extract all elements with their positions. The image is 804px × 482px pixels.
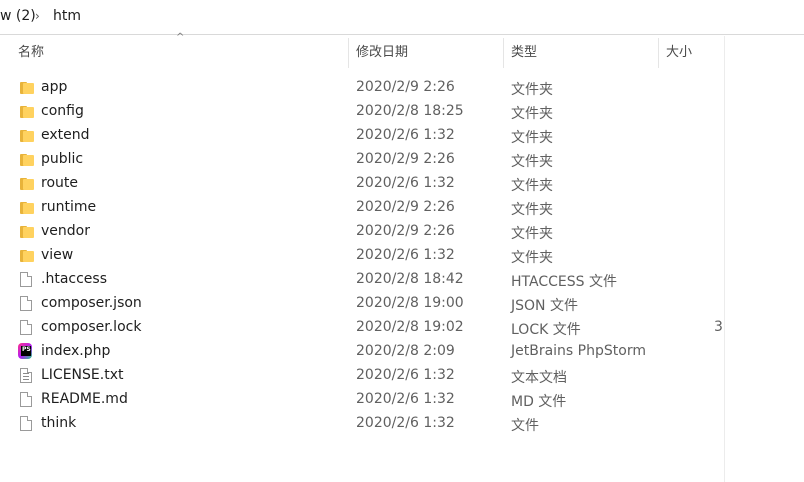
- file-icon: [20, 272, 34, 288]
- file-icon: [20, 392, 34, 408]
- file-name: think: [41, 415, 77, 431]
- file-name: composer.lock: [41, 319, 142, 335]
- file-name: view: [41, 247, 74, 263]
- list-item[interactable]: route 2020/2/6 1:32 文件夹: [0, 172, 730, 196]
- file-list: app 2020/2/9 2:26 文件夹 config 2020/2/8 18:25 文…: [0, 76, 730, 436]
- file-name: README.md: [41, 391, 128, 407]
- column-divider[interactable]: [503, 38, 504, 68]
- folder-icon: [20, 224, 34, 240]
- file-type: 文件夹: [511, 130, 553, 146]
- phpstorm-icon: PS: [18, 343, 32, 359]
- file-icon: [20, 320, 34, 336]
- file-type: JetBrains PhpStorm: [511, 343, 646, 359]
- file-name: vendor: [41, 223, 90, 239]
- list-item[interactable]: runtime 2020/2/9 2:26 文件夹: [0, 196, 730, 220]
- folder-icon: [20, 176, 34, 192]
- list-item[interactable]: vendor 2020/2/9 2:26 文件夹: [0, 220, 730, 244]
- file-name: public: [41, 151, 84, 167]
- file-date: 2020/2/8 19:02: [356, 319, 464, 335]
- column-header: 名称 修改日期 类型 大小: [0, 36, 724, 70]
- file-date: 2020/2/6 1:32: [356, 391, 455, 407]
- file-type: 文件夹: [511, 178, 553, 194]
- file-name: runtime: [41, 199, 97, 215]
- column-header-name[interactable]: 名称: [18, 36, 44, 70]
- list-item[interactable]: composer.json 2020/2/8 19:00 JSON 文件: [0, 292, 730, 316]
- column-header-size[interactable]: 大小: [666, 36, 692, 70]
- list-item[interactable]: LICENSE.txt 2020/2/6 1:32 文本文档: [0, 364, 730, 388]
- file-type: 文件夹: [511, 226, 553, 242]
- breadcrumb-parent[interactable]: w (2): [0, 8, 36, 24]
- file-date: 2020/2/9 2:26: [356, 151, 455, 167]
- list-item[interactable]: view 2020/2/6 1:32 文件夹: [0, 244, 730, 268]
- sort-ascending-icon: ^: [176, 32, 185, 43]
- list-item[interactable]: README.md 2020/2/6 1:32 MD 文件: [0, 388, 730, 412]
- file-date: 2020/2/9 2:26: [356, 79, 455, 95]
- file-type: HTACCESS 文件: [511, 274, 617, 290]
- folder-icon: [20, 104, 34, 120]
- file-type: MD 文件: [511, 394, 567, 410]
- file-type: 文件夹: [511, 82, 553, 98]
- file-type: 文件: [511, 418, 539, 434]
- list-item[interactable]: .htaccess 2020/2/8 18:42 HTACCESS 文件: [0, 268, 730, 292]
- list-item[interactable]: PS index.php 2020/2/8 2:09 JetBrains PhpSto…: [0, 340, 730, 364]
- file-name: route: [41, 175, 78, 191]
- file-type: 文本文档: [511, 370, 567, 386]
- file-date: 2020/2/8 18:42: [356, 271, 464, 287]
- list-item[interactable]: config 2020/2/8 18:25 文件夹: [0, 100, 730, 124]
- folder-icon: [20, 128, 34, 144]
- file-date: 2020/2/9 2:26: [356, 199, 455, 215]
- folder-icon: [20, 80, 34, 96]
- list-item[interactable]: public 2020/2/9 2:26 文件夹: [0, 148, 730, 172]
- file-type: 文件夹: [511, 202, 553, 218]
- file-date: 2020/2/6 1:32: [356, 175, 455, 191]
- file-date: 2020/2/6 1:32: [356, 127, 455, 143]
- file-name: config: [41, 103, 84, 119]
- list-item[interactable]: extend 2020/2/6 1:32 文件夹: [0, 124, 730, 148]
- column-header-date[interactable]: 修改日期: [356, 36, 408, 70]
- file-date: 2020/2/6 1:32: [356, 415, 455, 431]
- folder-icon: [20, 200, 34, 216]
- file-type: 文件夹: [511, 250, 553, 266]
- file-name: index.php: [41, 343, 111, 359]
- file-name: app: [41, 79, 68, 95]
- breadcrumb-current[interactable]: htm: [53, 8, 81, 24]
- column-divider[interactable]: [348, 38, 349, 68]
- list-item[interactable]: app 2020/2/9 2:26 文件夹: [0, 76, 730, 100]
- file-date: 2020/2/6 1:32: [356, 247, 455, 263]
- file-date: 2020/2/8 19:00: [356, 295, 464, 311]
- file-date: 2020/2/8 2:09: [356, 343, 455, 359]
- list-item[interactable]: think 2020/2/6 1:32 文件: [0, 412, 730, 436]
- file-name: .htaccess: [41, 271, 107, 287]
- file-type: LOCK 文件: [511, 322, 581, 338]
- breadcrumb-chevron-icon[interactable]: ›: [35, 9, 40, 23]
- file-size: 3: [714, 319, 723, 335]
- column-header-type[interactable]: 类型: [511, 36, 537, 70]
- folder-icon: [20, 152, 34, 168]
- file-type: 文件夹: [511, 106, 553, 122]
- file-icon: [20, 296, 34, 312]
- file-type: JSON 文件: [511, 298, 578, 314]
- file-type: 文件夹: [511, 154, 553, 170]
- file-name: extend: [41, 127, 90, 143]
- file-date: 2020/2/9 2:26: [356, 223, 455, 239]
- file-date: 2020/2/6 1:32: [356, 367, 455, 383]
- file-date: 2020/2/8 18:25: [356, 103, 464, 119]
- file-name: LICENSE.txt: [41, 367, 124, 383]
- column-divider[interactable]: [658, 38, 659, 68]
- file-name: composer.json: [41, 295, 142, 311]
- folder-icon: [20, 248, 34, 264]
- file-icon: [20, 416, 34, 432]
- list-item[interactable]: composer.lock 2020/2/8 19:02 LOCK 文件 3: [0, 316, 730, 340]
- address-bar[interactable]: w (2) › htm: [0, 0, 804, 35]
- text-file-icon: [20, 368, 34, 384]
